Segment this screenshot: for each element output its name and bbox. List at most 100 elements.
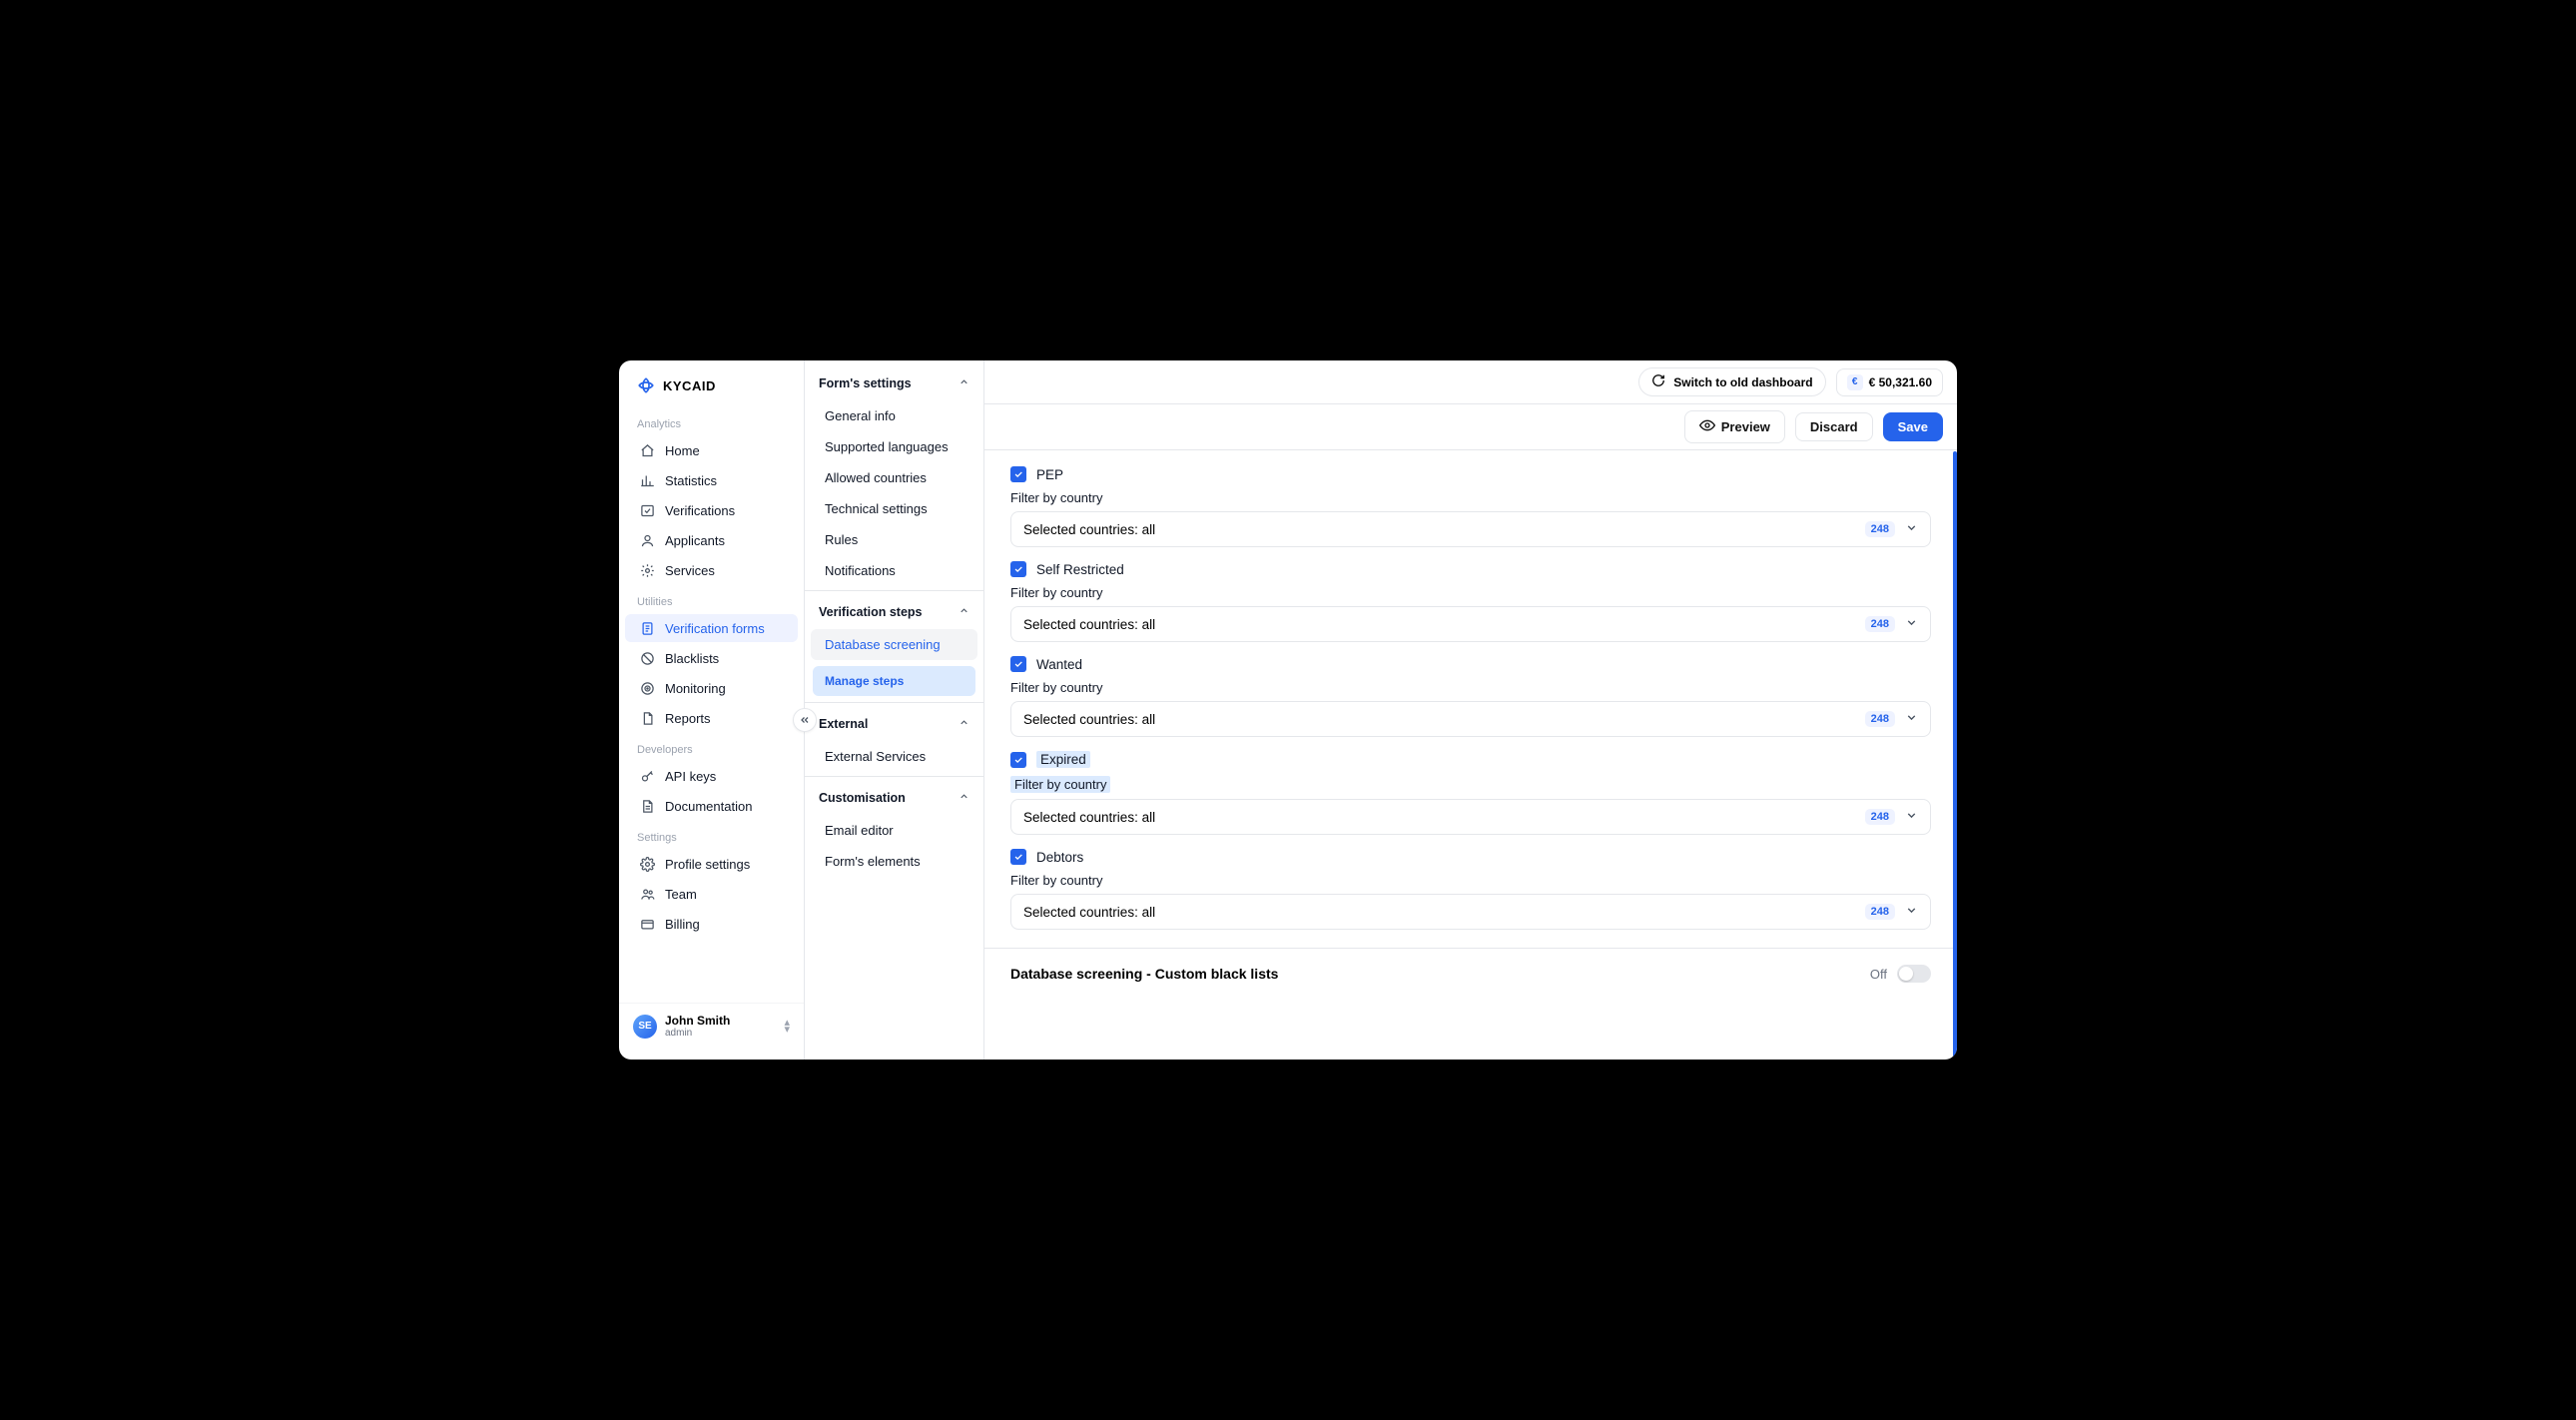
reports-icon: [639, 710, 655, 726]
country-count-badge: 248: [1865, 904, 1895, 920]
pep-country-select[interactable]: Selected countries: all248: [1010, 511, 1931, 547]
self-restricted-filter-label: Filter by country: [1010, 585, 1931, 600]
screening-field-wanted: Wanted Filter by country Selected countrie…: [1010, 656, 1931, 737]
sidebar-item-services[interactable]: Services: [625, 556, 798, 584]
custom-blacklist-row: Database screening - Custom black lists …: [1010, 965, 1931, 983]
sidebar-item-label: Verification forms: [665, 621, 765, 636]
subnav-item-allowed-countries[interactable]: Allowed countries: [811, 462, 977, 493]
self-restricted-country-select[interactable]: Selected countries: all 248: [1010, 606, 1931, 642]
divider: [805, 776, 983, 777]
user-chip[interactable]: SE John Smith admin ▴▾: [619, 1003, 804, 1050]
chevron-up-icon: [959, 717, 969, 731]
pep-label: PEP: [1036, 467, 1063, 482]
logo[interactable]: KYCAID: [619, 370, 804, 408]
sidebar-item-label: Reports: [665, 711, 711, 726]
subnav-group-form-s-settings[interactable]: Form's settings: [805, 366, 983, 400]
balance-pill[interactable]: € € 50,321.60: [1836, 368, 1943, 396]
wanted-filter-label: Filter by country: [1010, 680, 1931, 695]
sidebar-item-billing[interactable]: Billing: [625, 910, 798, 938]
sidebar-item-team[interactable]: Team: [625, 880, 798, 908]
discard-button[interactable]: Discard: [1795, 412, 1873, 441]
sidebar-item-label: Blacklists: [665, 651, 719, 666]
sidebar-item-monitoring[interactable]: Monitoring: [625, 674, 798, 702]
pep-checkbox[interactable]: [1010, 466, 1026, 482]
secondary-sidebar: Form's settingsGeneral infoSupported lan…: [805, 360, 984, 1060]
chevron-up-icon: [959, 605, 969, 619]
sidebar-item-label: Billing: [665, 917, 700, 932]
form-scroll-area[interactable]: PEP Filter by country Selected countries: …: [984, 450, 1957, 1060]
documentation-icon: [639, 798, 655, 814]
subnav-item-general-info[interactable]: General info: [811, 400, 977, 431]
country-count-badge: 248: [1865, 809, 1895, 825]
wanted-label: Wanted: [1036, 657, 1082, 672]
select-value: Selected countries: all: [1023, 810, 1155, 825]
country-count-badge: 248: [1865, 616, 1895, 632]
user-name: John Smith: [665, 1014, 730, 1028]
screening-field-pep: PEP Filter by country Selected countries: …: [1010, 466, 1931, 547]
country-count-badge: 248: [1865, 711, 1895, 727]
chevron-up-icon: [959, 791, 969, 805]
debtors-checkbox[interactable]: [1010, 849, 1026, 865]
sidebar-item-api-keys[interactable]: API keys: [625, 762, 798, 790]
wanted-checkbox[interactable]: [1010, 656, 1026, 672]
collapse-sidebar-button[interactable]: [793, 708, 817, 732]
subnav-item-email-editor[interactable]: Email editor: [811, 815, 977, 846]
sidebar-item-verifications[interactable]: Verifications: [625, 496, 798, 524]
manage-steps-button[interactable]: Manage steps: [813, 666, 975, 696]
sidebar-item-profile-settings[interactable]: Profile settings: [625, 850, 798, 878]
switch-dashboard-button[interactable]: Switch to old dashboard: [1638, 367, 1825, 396]
subnav-group-title: Verification steps: [819, 605, 923, 619]
debtors-label: Debtors: [1036, 850, 1083, 865]
subnav-item-external-services[interactable]: External Services: [811, 741, 977, 772]
select-value: Selected countries: all: [1023, 712, 1155, 727]
sidebar-item-verification-forms[interactable]: Verification forms: [625, 614, 798, 642]
sidebar-item-home[interactable]: Home: [625, 436, 798, 464]
subnav-item-database-screening[interactable]: Database screening: [811, 629, 977, 660]
subnav-group-verification-steps[interactable]: Verification steps: [805, 595, 983, 629]
custom-blacklist-toggle[interactable]: [1897, 965, 1931, 983]
sidebar-item-label: Monitoring: [665, 681, 726, 696]
balance-value: € 50,321.60: [1869, 375, 1932, 389]
chevron-down-icon: [1905, 809, 1918, 825]
expired-checkbox[interactable]: [1010, 752, 1026, 768]
subnav-group-customisation[interactable]: Customisation: [805, 781, 983, 815]
nav-section-label: Developers: [619, 734, 804, 760]
sidebar-item-reports[interactable]: Reports: [625, 704, 798, 732]
subnav-item-supported-languages[interactable]: Supported languages: [811, 431, 977, 462]
services-icon: [639, 562, 655, 578]
main-panel: Switch to old dashboard € € 50,321.60 Pr…: [984, 360, 1957, 1060]
subnav-item-technical-settings[interactable]: Technical settings: [811, 493, 977, 524]
country-count-badge: 248: [1865, 521, 1895, 537]
subnav-item-rules[interactable]: Rules: [811, 524, 977, 555]
pep-filter-label: Filter by country: [1010, 490, 1931, 505]
expired-country-select[interactable]: Selected countries: all 248: [1010, 799, 1931, 835]
subnav-group-external[interactable]: External: [805, 707, 983, 741]
screening-field-debtors: DebtorsFilter by countrySelected countri…: [1010, 849, 1931, 930]
preview-button[interactable]: Preview: [1684, 410, 1785, 443]
self-restricted-checkbox[interactable]: [1010, 561, 1026, 577]
wanted-country-select[interactable]: Selected countries: all 248: [1010, 701, 1931, 737]
sidebar-item-blacklists[interactable]: Blacklists: [625, 644, 798, 672]
chevron-down-icon: [1905, 616, 1918, 632]
debtors-country-select[interactable]: Selected countries: all 248: [1010, 894, 1931, 930]
screening-field-self-restricted: Self Restricted Filter by country Selected…: [1010, 561, 1931, 642]
custom-blacklist-state: Off: [1870, 967, 1887, 982]
select-value: Selected countries: all: [1023, 905, 1155, 920]
subnav-item-form-s-elements[interactable]: Form's elements: [811, 846, 977, 877]
sidebar-item-statistics[interactable]: Statistics: [625, 466, 798, 494]
nav-section-label: Analytics: [619, 408, 804, 434]
subnav-item-notifications[interactable]: Notifications: [811, 555, 977, 586]
expired-label: Expired: [1036, 751, 1090, 768]
sidebar-item-documentation[interactable]: Documentation: [625, 792, 798, 820]
self-restricted-label: Self Restricted: [1036, 562, 1124, 577]
select-value: Selected countries: all: [1023, 617, 1155, 632]
divider: [805, 702, 983, 703]
sidebar-item-label: Services: [665, 563, 715, 578]
api-keys-icon: [639, 768, 655, 784]
sidebar-item-applicants[interactable]: Applicants: [625, 526, 798, 554]
save-button[interactable]: Save: [1883, 412, 1943, 441]
sidebar-item-label: Home: [665, 443, 700, 458]
app-window: KYCAID AnalyticsHomeStatisticsVerificati…: [619, 360, 1957, 1060]
chevron-up-icon: [959, 376, 969, 390]
verifications-icon: [639, 502, 655, 518]
